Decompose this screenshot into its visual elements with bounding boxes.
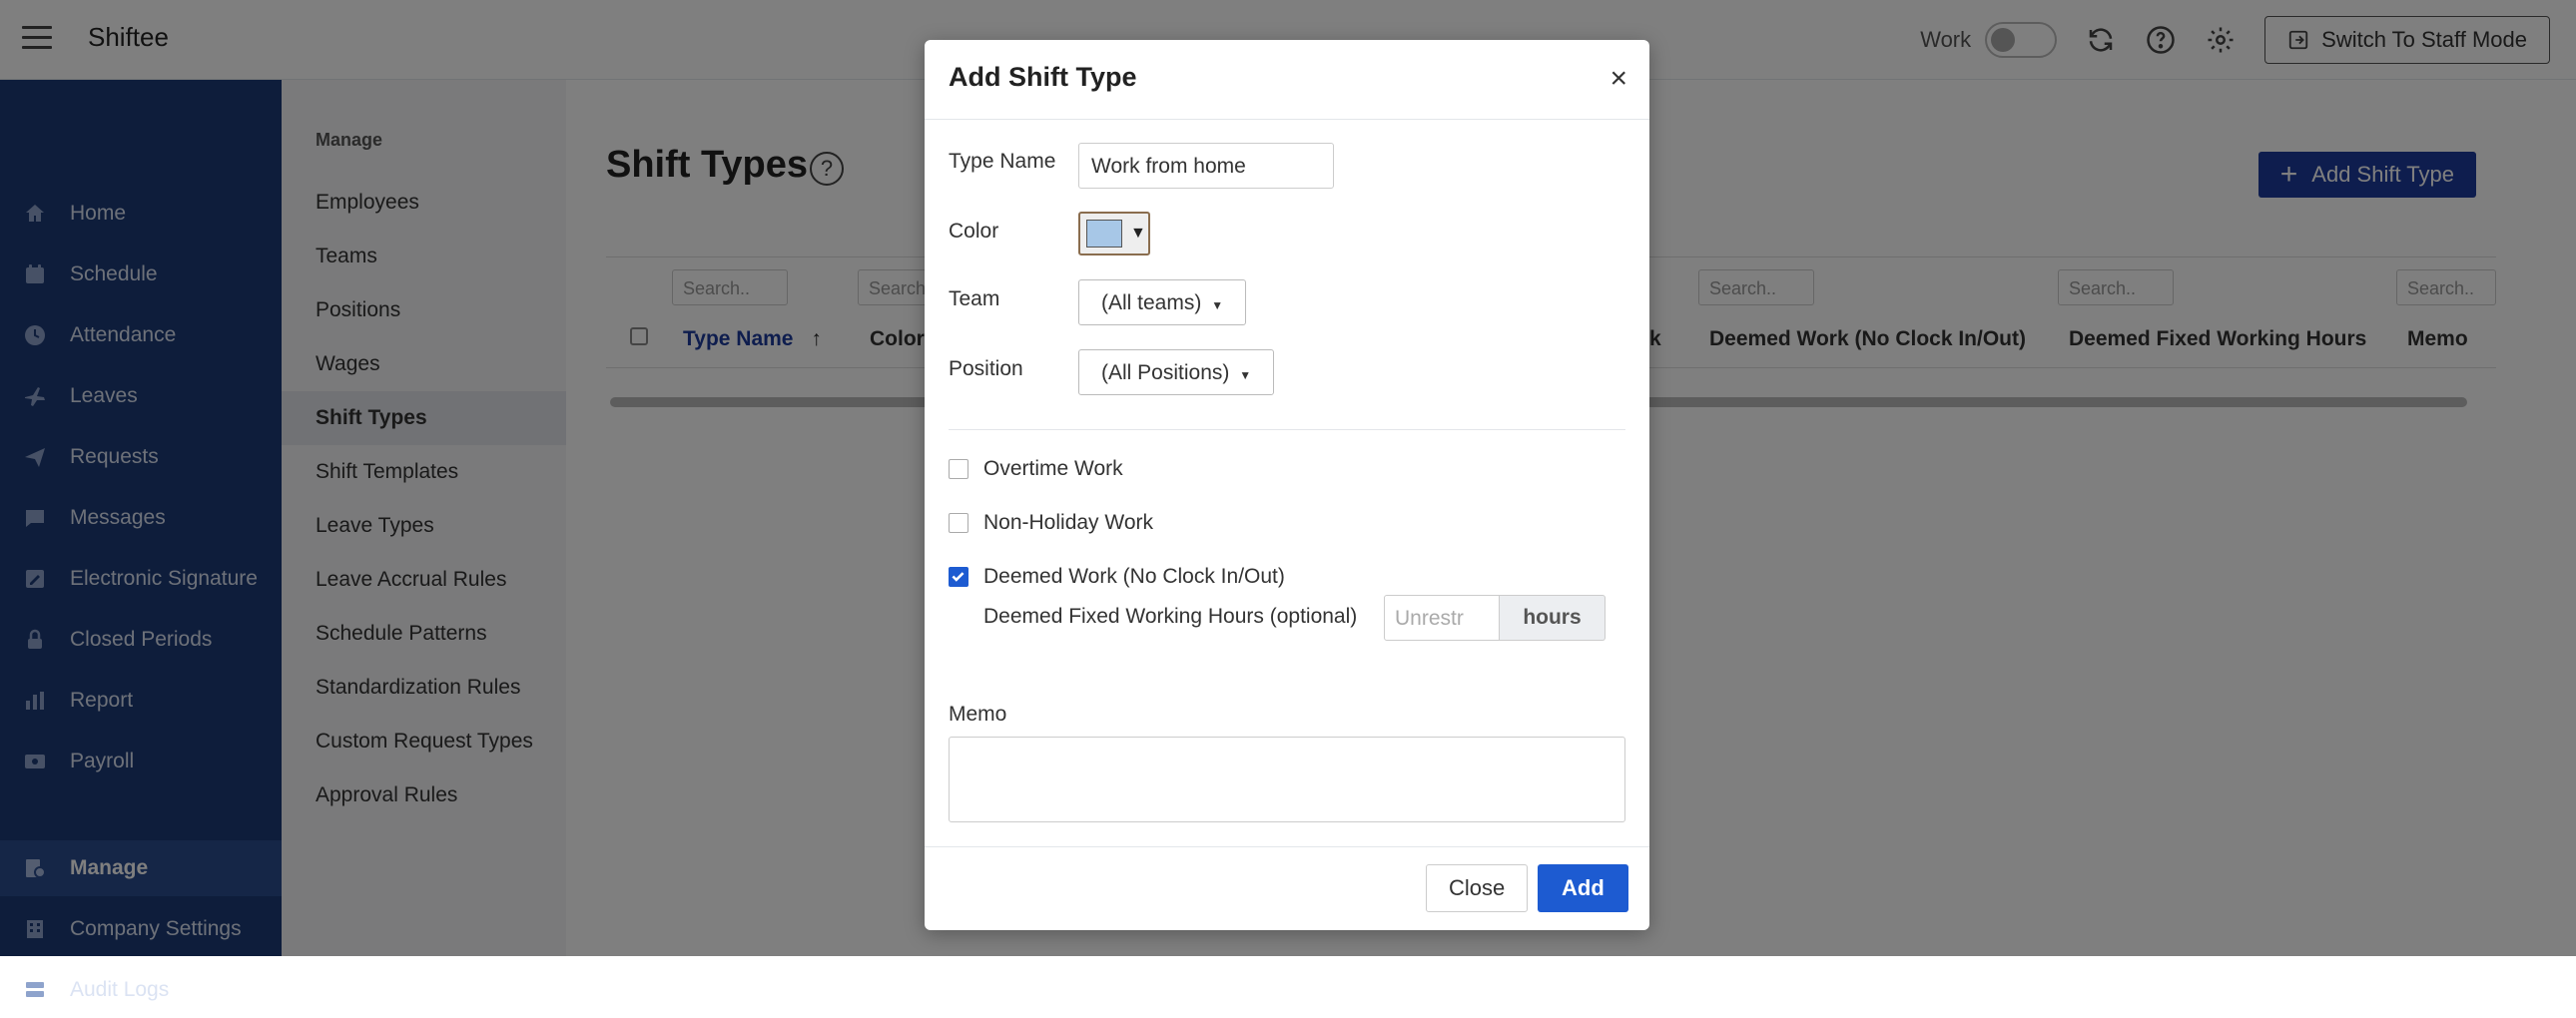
deemed-work-label[interactable]: Deemed Work (No Clock In/Out) (983, 565, 1285, 589)
position-dropdown-value: (All Positions) (1101, 361, 1230, 384)
close-icon[interactable]: × (1610, 64, 1627, 94)
overtime-work-label[interactable]: Overtime Work (983, 457, 1123, 481)
sidebar-item-label: Audit Logs (70, 978, 170, 1001)
color-swatch (1086, 220, 1122, 248)
team-dropdown[interactable]: (All teams) ▼ (1078, 279, 1247, 325)
non-holiday-work-checkbox[interactable] (949, 513, 968, 533)
overtime-work-checkbox[interactable] (949, 459, 968, 479)
type-name-input[interactable]: Work from home (1078, 143, 1334, 189)
memo-textarea[interactable] (949, 737, 1625, 822)
color-label: Color (949, 220, 999, 243)
non-holiday-work-label[interactable]: Non-Holiday Work (983, 511, 1153, 535)
add-shift-type-modal: Add Shift Type × Type Name Work from hom… (925, 40, 1649, 930)
deemed-fixed-hours-label: Deemed Fixed Working Hours (optional) (983, 605, 1358, 628)
position-dropdown[interactable]: (All Positions) ▼ (1078, 349, 1275, 395)
caret-down-icon: ▼ (1130, 225, 1146, 242)
deemed-hours-input-group: Unrestr hours (1384, 595, 1606, 641)
caret-down-icon: ▼ (1211, 298, 1224, 312)
color-picker[interactable]: ▼ (1078, 212, 1150, 255)
add-button[interactable]: Add (1538, 864, 1628, 912)
sidebar-item-audit-logs[interactable]: Audit Logs (0, 962, 282, 1018)
type-name-label: Type Name (949, 150, 1056, 173)
modal-footer-divider (925, 846, 1649, 847)
modal-divider (949, 429, 1625, 430)
memo-label: Memo (949, 703, 1007, 726)
modal-header: Add Shift Type × (925, 40, 1649, 120)
caret-down-icon: ▼ (1239, 368, 1252, 382)
position-label: Position (949, 357, 1023, 380)
team-dropdown-value: (All teams) (1101, 291, 1202, 314)
close-button[interactable]: Close (1426, 864, 1529, 912)
log-icon (22, 977, 48, 1003)
hours-suffix: hours (1500, 595, 1606, 641)
checkmark-icon (952, 572, 965, 582)
team-label: Team (949, 287, 1000, 310)
deemed-work-checkbox[interactable] (949, 567, 968, 587)
deemed-hours-input[interactable]: Unrestr (1384, 595, 1500, 641)
modal-title: Add Shift Type (949, 62, 1137, 92)
